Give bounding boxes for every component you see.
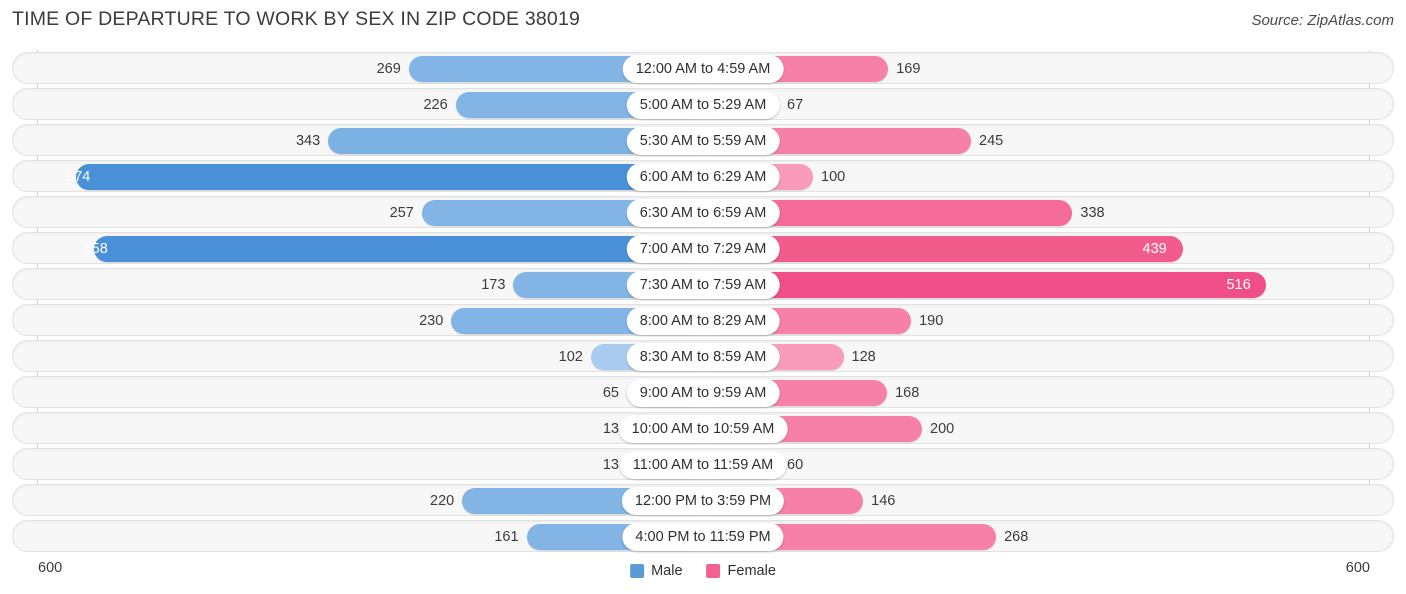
value-label-female: 516 — [1226, 277, 1251, 293]
page-title: TIME OF DEPARTURE TO WORK BY SEX IN ZIP … — [12, 8, 581, 30]
value-label-male: 343 — [295, 133, 321, 149]
row-inner: 343 245 5:30 AM to 5:59 AM — [13, 125, 1393, 155]
row-inner: 173 516 7:30 AM to 7:59 AM — [13, 269, 1393, 299]
table-row[interactable]: 13 200 10:00 AM to 10:59 AM — [12, 412, 1394, 444]
table-row[interactable]: 257 338 6:30 AM to 6:59 AM — [12, 196, 1394, 228]
row-inner: 13 60 11:00 AM to 11:59 AM — [13, 449, 1393, 479]
value-label-female: 200 — [930, 421, 955, 437]
legend-swatch-male-icon — [630, 564, 645, 578]
table-row[interactable]: 65 168 9:00 AM to 9:59 AM — [12, 376, 1394, 408]
table-row[interactable]: 574 100 6:00 AM to 6:29 AM — [12, 160, 1394, 192]
value-label-female: 439 — [1142, 241, 1167, 257]
value-label-male: 226 — [423, 97, 448, 113]
category-label: 8:30 AM to 8:59 AM — [626, 343, 780, 371]
table-row[interactable]: 558 439 7:00 AM to 7:29 AM — [12, 232, 1394, 264]
category-label: 6:30 AM to 6:59 AM — [626, 199, 780, 227]
row-inner: 230 190 8:00 AM to 8:29 AM — [13, 305, 1393, 335]
category-label: 6:00 AM to 6:29 AM — [626, 163, 780, 191]
bar-male[interactable] — [76, 164, 702, 190]
value-label-male: 13 — [602, 457, 619, 473]
category-label: 7:00 AM to 7:29 AM — [626, 235, 780, 263]
table-row[interactable]: 226 67 5:00 AM to 5:29 AM — [12, 88, 1394, 120]
value-label-male: 65 — [602, 385, 619, 401]
chart-plot-area: 269 169 12:00 AM to 4:59 AM 226 67 5:00 AM to… — [0, 50, 1406, 554]
category-label: 5:00 AM to 5:29 AM — [626, 91, 780, 119]
chart-legend: Male Female — [630, 560, 776, 582]
category-label: 7:30 AM to 7:59 AM — [626, 271, 780, 299]
legend-label-male: Male — [651, 563, 683, 579]
row-inner: 574 100 6:00 AM to 6:29 AM — [13, 161, 1393, 191]
value-label-male: 102 — [558, 349, 583, 365]
value-label-male: 230 — [419, 313, 444, 329]
value-label-female: 169 — [896, 61, 921, 77]
value-label-male: 220 — [430, 493, 455, 509]
row-inner: 65 168 9:00 AM to 9:59 AM — [13, 377, 1393, 407]
row-inner: 220 146 12:00 PM to 3:59 PM — [13, 485, 1393, 515]
value-label-male: 13 — [602, 421, 619, 437]
category-label: 11:00 AM to 11:59 AM — [619, 451, 787, 479]
legend-label-female: Female — [727, 563, 776, 579]
value-label-female: 168 — [895, 385, 920, 401]
category-label: 4:00 PM to 11:59 PM — [622, 523, 784, 551]
table-row[interactable]: 343 245 5:30 AM to 5:59 AM — [12, 124, 1394, 156]
source-attribution: Source: ZipAtlas.com — [1251, 12, 1394, 29]
bar-male[interactable] — [93, 236, 702, 262]
category-label: 9:00 AM to 9:59 AM — [626, 379, 780, 407]
value-label-female: 190 — [919, 313, 944, 329]
value-label-male: 269 — [376, 61, 401, 77]
legend-swatch-female-icon — [706, 564, 721, 578]
row-inner: 161 268 4:00 PM to 11:59 PM — [13, 521, 1393, 551]
axis-max-left: 600 — [38, 560, 63, 576]
chart-page: TIME OF DEPARTURE TO WORK BY SEX IN ZIP … — [0, 0, 1406, 594]
chart-footer: 600 600 Male Female — [0, 560, 1406, 584]
table-row[interactable]: 161 268 4:00 PM to 11:59 PM — [12, 520, 1394, 552]
value-label-female: 146 — [871, 493, 896, 509]
table-row[interactable]: 102 128 8:30 AM to 8:59 AM — [12, 340, 1394, 372]
bar-female[interactable] — [704, 272, 1267, 298]
legend-item-male[interactable]: Male — [630, 563, 683, 579]
value-label-female: 245 — [979, 133, 1004, 149]
value-label-female: 67 — [787, 97, 804, 113]
table-row[interactable]: 13 60 11:00 AM to 11:59 AM — [12, 448, 1394, 480]
table-row[interactable]: 173 516 7:30 AM to 7:59 AM — [12, 268, 1394, 300]
value-label-female: 100 — [821, 169, 846, 185]
row-inner: 226 67 5:00 AM to 5:29 AM — [13, 89, 1393, 119]
row-inner: 269 169 12:00 AM to 4:59 AM — [13, 53, 1393, 83]
table-row[interactable]: 220 146 12:00 PM to 3:59 PM — [12, 484, 1394, 516]
value-label-male: 558 — [83, 241, 108, 257]
category-label: 12:00 AM to 4:59 AM — [622, 55, 784, 83]
axis-max-right: 600 — [1345, 560, 1370, 576]
value-label-male: 173 — [481, 277, 506, 293]
table-row[interactable]: 269 169 12:00 AM to 4:59 AM — [12, 52, 1394, 84]
value-label-female: 60 — [787, 457, 804, 473]
value-label-female: 338 — [1080, 205, 1105, 221]
value-label-male: 574 — [66, 169, 91, 185]
category-label: 8:00 AM to 8:29 AM — [626, 307, 780, 335]
value-label-female: 268 — [1004, 529, 1029, 545]
row-inner: 13 200 10:00 AM to 10:59 AM — [13, 413, 1393, 443]
row-inner: 102 128 8:30 AM to 8:59 AM — [13, 341, 1393, 371]
row-inner: 257 338 6:30 AM to 6:59 AM — [13, 197, 1393, 227]
value-label-male: 161 — [494, 529, 519, 545]
category-label: 5:30 AM to 5:59 AM — [626, 127, 780, 155]
value-label-male: 257 — [389, 205, 414, 221]
legend-item-female[interactable]: Female — [706, 563, 776, 579]
value-label-female: 128 — [851, 349, 876, 365]
category-label: 12:00 PM to 3:59 PM — [621, 487, 785, 515]
table-row[interactable]: 230 190 8:00 AM to 8:29 AM — [12, 304, 1394, 336]
row-inner: 558 439 7:00 AM to 7:29 AM — [13, 233, 1393, 263]
category-label: 10:00 AM to 10:59 AM — [618, 415, 788, 443]
